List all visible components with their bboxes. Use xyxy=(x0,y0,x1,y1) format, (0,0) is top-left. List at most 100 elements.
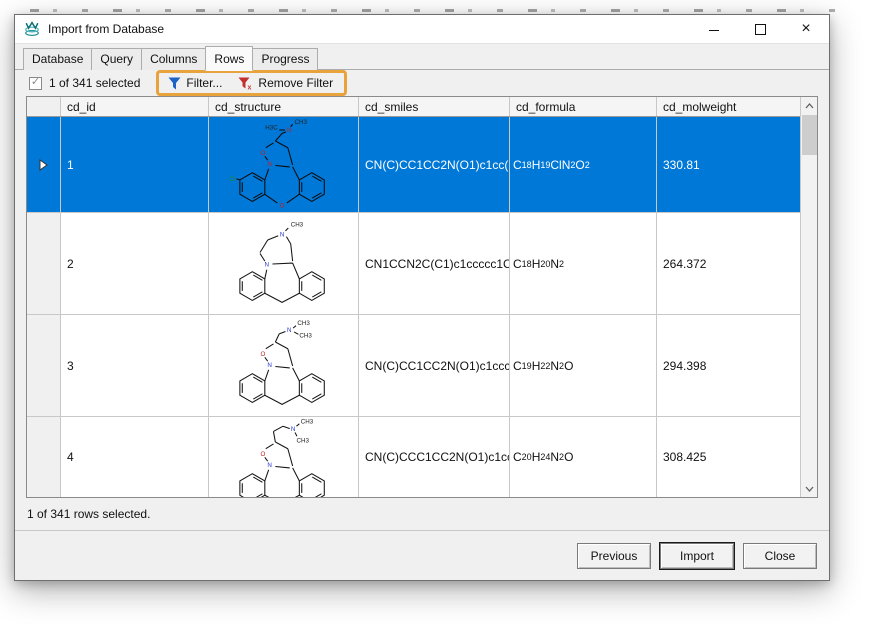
svg-text:Cl: Cl xyxy=(229,175,235,182)
title-bar[interactable]: Import from Database × xyxy=(15,15,829,44)
molecule-structure: N N CH3 xyxy=(238,221,325,303)
svg-text:N: N xyxy=(279,231,284,238)
svg-text:N: N xyxy=(287,326,292,333)
cell-cd-formula[interactable]: C 19 H 22 N 2 O xyxy=(510,315,657,416)
tab-columns[interactable]: Columns xyxy=(141,48,207,70)
tab-database[interactable]: Database xyxy=(23,48,93,70)
grid-header: cd_id cd_structure cd_smiles cd_formula … xyxy=(27,97,800,117)
remove-filter-button-label: Remove Filter xyxy=(258,76,334,90)
close-button[interactable]: × xyxy=(783,15,829,43)
vertical-scrollbar[interactable] xyxy=(800,97,817,497)
cell-cd-smiles[interactable]: CN(C)CC1CC2N(O1)c1cccc... xyxy=(359,315,510,416)
scrollbar-thumb[interactable] xyxy=(801,115,817,155)
app-icon xyxy=(25,21,39,37)
svg-text:x: x xyxy=(248,84,252,89)
minimize-icon xyxy=(709,29,719,31)
window-title: Import from Database xyxy=(48,22,165,36)
grid-body: 1 O N O N CH3 H3C Cl CN(C)CC1CC2N(O1)c1c… xyxy=(27,117,800,497)
cell-cd-id[interactable]: 1 xyxy=(61,117,209,212)
status-text: 1 of 341 rows selected. xyxy=(27,507,151,521)
svg-text:N: N xyxy=(267,462,272,469)
svg-text:CH3: CH3 xyxy=(300,419,313,425)
chevron-up-icon xyxy=(805,102,813,108)
svg-text:N: N xyxy=(267,361,272,368)
row-header-cell[interactable] xyxy=(27,315,61,416)
cell-cd-structure[interactable]: N O N CH3 CH3 xyxy=(209,417,359,497)
cell-cd-smiles[interactable]: CN(C)CCC1CC2N(O1)c1cc... xyxy=(359,417,510,497)
table-row[interactable]: 4 N O N CH3 CH3 CN(C)CCC1CC2N(O1)c1cc...… xyxy=(27,417,800,497)
svg-text:CH3: CH3 xyxy=(299,332,312,339)
cell-cd-formula[interactable]: C 18 H 20 N 2 xyxy=(510,213,657,314)
maximize-button[interactable] xyxy=(737,15,783,43)
column-header-cd-formula[interactable]: cd_formula xyxy=(510,97,657,116)
filter-icon xyxy=(168,77,181,89)
molecule-structure: N O N CH3 CH3 xyxy=(238,320,325,405)
cell-cd-smiles[interactable]: CN(C)CC1CC2N(O1)c1cc(C... xyxy=(359,117,510,212)
cell-cd-smiles[interactable]: CN1CCN2C(C1)c1ccccc1Cc... xyxy=(359,213,510,314)
svg-text:CH3: CH3 xyxy=(290,221,303,228)
results-grid: cd_id cd_structure cd_smiles cd_formula … xyxy=(26,96,818,498)
cell-cd-structure[interactable]: O N O N CH3 H3C Cl xyxy=(209,117,359,212)
rows-toolbar: ✓ 1 of 341 selected Filter... x Remove F… xyxy=(15,70,829,96)
column-header-cd-structure[interactable]: cd_structure xyxy=(209,97,359,116)
row-header-cell[interactable] xyxy=(27,117,61,212)
cell-cd-id[interactable]: 3 xyxy=(61,315,209,416)
svg-text:O: O xyxy=(279,202,284,209)
column-header-cd-smiles[interactable]: cd_smiles xyxy=(359,97,510,116)
cell-cd-molweight[interactable]: 330.81 xyxy=(657,117,800,212)
dialog-footer: Previous Import Close xyxy=(15,531,829,580)
table-row[interactable]: 3 N O N CH3 CH3 CN(C)CC1CC2N(O1)c1ccc C … xyxy=(27,315,800,417)
filter-highlight-box: Filter... x Remove Filter xyxy=(156,70,348,96)
background-text-remnant xyxy=(30,9,852,12)
svg-text:N: N xyxy=(287,126,292,133)
svg-text:N: N xyxy=(290,426,295,433)
select-all-checkbox[interactable]: ✓ xyxy=(29,76,42,90)
cell-cd-id[interactable]: 2 xyxy=(61,213,209,314)
svg-text:N: N xyxy=(264,261,269,268)
scroll-up-button[interactable] xyxy=(801,97,817,114)
cell-cd-molweight[interactable]: 264.372 xyxy=(657,213,800,314)
tab-rows[interactable]: Rows xyxy=(205,46,254,71)
current-row-arrow-icon xyxy=(39,158,48,171)
cell-cd-id[interactable]: 4 xyxy=(61,417,209,497)
svg-text:CH3: CH3 xyxy=(294,119,307,126)
grid-columns-area: cd_id cd_structure cd_smiles cd_formula … xyxy=(27,97,800,497)
tab-strip: Database Query Columns Rows Progress xyxy=(15,44,829,71)
maximize-icon xyxy=(754,23,766,35)
tab-query[interactable]: Query xyxy=(91,48,143,70)
svg-text:O: O xyxy=(260,149,265,156)
cell-cd-molweight[interactable]: 308.425 xyxy=(657,417,800,497)
svg-text:H3C: H3C xyxy=(265,124,278,131)
cell-cd-formula[interactable]: C 20 H 24 N 2 O xyxy=(510,417,657,497)
row-header-cell[interactable] xyxy=(27,213,61,314)
remove-filter-button[interactable]: x Remove Filter xyxy=(238,76,333,90)
tab-progress[interactable]: Progress xyxy=(252,48,319,70)
scroll-down-button[interactable] xyxy=(801,480,817,497)
svg-text:O: O xyxy=(260,451,265,458)
import-button[interactable]: Import xyxy=(660,542,734,569)
table-row[interactable]: 2 N N CH3 CN1CCN2C(C1)c1ccccc1C C 18 H 2… xyxy=(27,213,800,315)
minimize-button[interactable] xyxy=(691,15,737,43)
import-from-database-dialog: Import from Database × Database Query Co… xyxy=(14,14,830,581)
filter-button[interactable]: Filter... xyxy=(168,76,222,90)
cell-cd-molweight[interactable]: 294.398 xyxy=(657,315,800,416)
previous-button[interactable]: Previous xyxy=(577,542,651,569)
row-header-cell[interactable] xyxy=(27,417,61,497)
cell-cd-structure[interactable]: N O N CH3 CH3 xyxy=(209,315,359,416)
svg-text:CH3: CH3 xyxy=(297,320,310,327)
selected-count-label: 1 of 341 selected xyxy=(49,76,141,90)
window-controls: × xyxy=(691,15,829,43)
cell-cd-formula[interactable]: C 18 H 19 Cl N 2 O 2 xyxy=(510,117,657,212)
close-dialog-button[interactable]: Close xyxy=(743,542,817,569)
chevron-down-icon xyxy=(805,486,813,492)
remove-filter-icon: x xyxy=(238,77,252,90)
svg-text:CH3: CH3 xyxy=(296,438,309,445)
table-row[interactable]: 1 O N O N CH3 H3C Cl CN(C)CC1CC2N(O1)c1c… xyxy=(27,117,800,213)
filter-button-label: Filter... xyxy=(186,76,223,90)
grid-corner-cell[interactable] xyxy=(27,97,61,116)
molecule-structure: O N O N CH3 H3C Cl xyxy=(229,119,325,209)
column-header-cd-id[interactable]: cd_id xyxy=(61,97,209,116)
cell-cd-structure[interactable]: N N CH3 xyxy=(209,213,359,314)
molecule-structure: N O N CH3 CH3 xyxy=(238,419,325,497)
column-header-cd-molweight[interactable]: cd_molweight xyxy=(657,97,800,116)
